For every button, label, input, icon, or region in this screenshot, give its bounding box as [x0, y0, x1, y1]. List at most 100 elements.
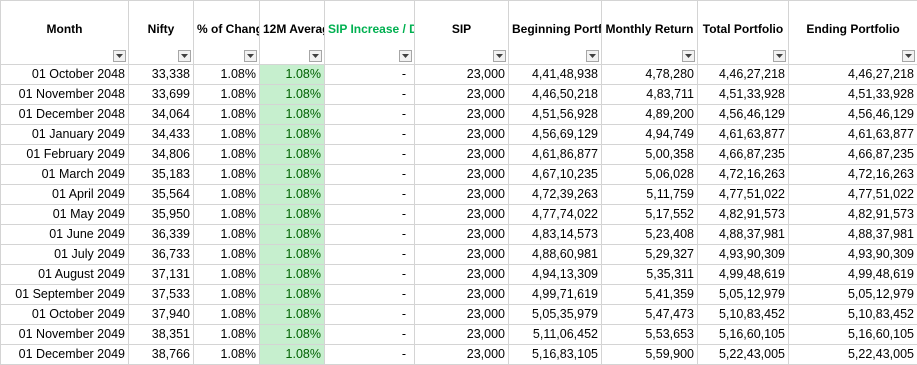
cell-month[interactable]: 01 December 2049 — [1, 345, 129, 365]
cell-12m-average[interactable]: 1.08% — [260, 185, 325, 205]
cell-month[interactable]: 01 February 2049 — [1, 145, 129, 165]
cell-pct-change[interactable]: 1.08% — [194, 285, 260, 305]
cell-month[interactable]: 01 April 2049 — [1, 185, 129, 205]
cell-pct-change[interactable]: 1.08% — [194, 325, 260, 345]
cell-monthly-return[interactable]: 5,47,473 — [602, 305, 698, 325]
cell-pct-change[interactable]: 1.08% — [194, 165, 260, 185]
cell-beginning-portfolio[interactable]: 4,51,56,928 — [509, 105, 602, 125]
filter-dropdown-icon[interactable] — [493, 50, 506, 62]
cell-12m-average[interactable]: 1.08% — [260, 205, 325, 225]
cell-pct-change[interactable]: 1.08% — [194, 125, 260, 145]
filter-dropdown-icon[interactable] — [309, 50, 322, 62]
cell-nifty[interactable]: 35,564 — [129, 185, 194, 205]
cell-sip[interactable]: 23,000 — [415, 325, 509, 345]
cell-month[interactable]: 01 August 2049 — [1, 265, 129, 285]
cell-month[interactable]: 01 November 2048 — [1, 85, 129, 105]
cell-month[interactable]: 01 September 2049 — [1, 285, 129, 305]
cell-month[interactable]: 01 March 2049 — [1, 165, 129, 185]
cell-nifty[interactable]: 34,806 — [129, 145, 194, 165]
cell-total-portfolio[interactable]: 4,46,27,218 — [698, 65, 789, 85]
cell-sip[interactable]: 23,000 — [415, 225, 509, 245]
cell-pct-change[interactable]: 1.08% — [194, 305, 260, 325]
cell-ending-portfolio[interactable]: 5,22,43,005 — [789, 345, 917, 365]
cell-beginning-portfolio[interactable]: 4,94,13,309 — [509, 265, 602, 285]
cell-nifty[interactable]: 36,339 — [129, 225, 194, 245]
filter-dropdown-icon[interactable] — [586, 50, 599, 62]
cell-sip-increase-decrease[interactable]: - — [325, 85, 415, 105]
cell-sip-increase-decrease[interactable]: - — [325, 345, 415, 365]
cell-nifty[interactable]: 38,766 — [129, 345, 194, 365]
cell-sip-increase-decrease[interactable]: - — [325, 205, 415, 225]
cell-sip-increase-decrease[interactable]: - — [325, 185, 415, 205]
cell-monthly-return[interactable]: 5,11,759 — [602, 185, 698, 205]
cell-ending-portfolio[interactable]: 4,93,90,309 — [789, 245, 917, 265]
cell-ending-portfolio[interactable]: 5,16,60,105 — [789, 325, 917, 345]
cell-ending-portfolio[interactable]: 4,77,51,022 — [789, 185, 917, 205]
cell-12m-average[interactable]: 1.08% — [260, 105, 325, 125]
cell-sip[interactable]: 23,000 — [415, 345, 509, 365]
cell-sip[interactable]: 23,000 — [415, 285, 509, 305]
cell-pct-change[interactable]: 1.08% — [194, 225, 260, 245]
cell-pct-change[interactable]: 1.08% — [194, 85, 260, 105]
cell-sip-increase-decrease[interactable]: - — [325, 245, 415, 265]
cell-beginning-portfolio[interactable]: 5,16,83,105 — [509, 345, 602, 365]
cell-sip[interactable]: 23,000 — [415, 125, 509, 145]
filter-dropdown-icon[interactable] — [682, 50, 695, 62]
cell-sip-increase-decrease[interactable]: - — [325, 125, 415, 145]
cell-ending-portfolio[interactable]: 4,72,16,263 — [789, 165, 917, 185]
cell-nifty[interactable]: 37,131 — [129, 265, 194, 285]
cell-12m-average[interactable]: 1.08% — [260, 65, 325, 85]
filter-dropdown-icon[interactable] — [244, 50, 257, 62]
cell-total-portfolio[interactable]: 4,66,87,235 — [698, 145, 789, 165]
filter-dropdown-icon[interactable] — [113, 50, 126, 62]
cell-month[interactable]: 01 January 2049 — [1, 125, 129, 145]
cell-ending-portfolio[interactable]: 4,51,33,928 — [789, 85, 917, 105]
cell-nifty[interactable]: 37,940 — [129, 305, 194, 325]
filter-dropdown-icon[interactable] — [178, 50, 191, 62]
cell-monthly-return[interactable]: 4,78,280 — [602, 65, 698, 85]
cell-pct-change[interactable]: 1.08% — [194, 145, 260, 165]
cell-beginning-portfolio[interactable]: 4,72,39,263 — [509, 185, 602, 205]
cell-12m-average[interactable]: 1.08% — [260, 145, 325, 165]
cell-12m-average[interactable]: 1.08% — [260, 245, 325, 265]
cell-ending-portfolio[interactable]: 5,05,12,979 — [789, 285, 917, 305]
cell-total-portfolio[interactable]: 4,99,48,619 — [698, 265, 789, 285]
cell-sip[interactable]: 23,000 — [415, 305, 509, 325]
cell-12m-average[interactable]: 1.08% — [260, 85, 325, 105]
cell-sip-increase-decrease[interactable]: - — [325, 145, 415, 165]
cell-beginning-portfolio[interactable]: 5,11,06,452 — [509, 325, 602, 345]
cell-beginning-portfolio[interactable]: 4,61,86,877 — [509, 145, 602, 165]
cell-pct-change[interactable]: 1.08% — [194, 245, 260, 265]
cell-sip-increase-decrease[interactable]: - — [325, 285, 415, 305]
cell-nifty[interactable]: 33,338 — [129, 65, 194, 85]
filter-dropdown-icon[interactable] — [773, 50, 786, 62]
cell-total-portfolio[interactable]: 4,72,16,263 — [698, 165, 789, 185]
cell-month[interactable]: 01 June 2049 — [1, 225, 129, 245]
cell-12m-average[interactable]: 1.08% — [260, 165, 325, 185]
cell-monthly-return[interactable]: 5,29,327 — [602, 245, 698, 265]
cell-ending-portfolio[interactable]: 4,66,87,235 — [789, 145, 917, 165]
cell-12m-average[interactable]: 1.08% — [260, 125, 325, 145]
cell-12m-average[interactable]: 1.08% — [260, 305, 325, 325]
cell-monthly-return[interactable]: 5,41,359 — [602, 285, 698, 305]
cell-nifty[interactable]: 34,433 — [129, 125, 194, 145]
cell-sip-increase-decrease[interactable]: - — [325, 225, 415, 245]
cell-beginning-portfolio[interactable]: 4,46,50,218 — [509, 85, 602, 105]
cell-total-portfolio[interactable]: 5,05,12,979 — [698, 285, 789, 305]
cell-ending-portfolio[interactable]: 4,56,46,129 — [789, 105, 917, 125]
filter-dropdown-icon[interactable] — [399, 50, 412, 62]
cell-nifty[interactable]: 38,351 — [129, 325, 194, 345]
cell-monthly-return[interactable]: 4,83,711 — [602, 85, 698, 105]
cell-12m-average[interactable]: 1.08% — [260, 345, 325, 365]
cell-monthly-return[interactable]: 5,35,311 — [602, 265, 698, 285]
cell-total-portfolio[interactable]: 4,88,37,981 — [698, 225, 789, 245]
cell-sip[interactable]: 23,000 — [415, 245, 509, 265]
cell-sip[interactable]: 23,000 — [415, 165, 509, 185]
cell-total-portfolio[interactable]: 4,82,91,573 — [698, 205, 789, 225]
cell-sip[interactable]: 23,000 — [415, 145, 509, 165]
cell-sip-increase-decrease[interactable]: - — [325, 105, 415, 125]
cell-pct-change[interactable]: 1.08% — [194, 345, 260, 365]
cell-sip[interactable]: 23,000 — [415, 265, 509, 285]
cell-monthly-return[interactable]: 5,00,358 — [602, 145, 698, 165]
cell-beginning-portfolio[interactable]: 4,67,10,235 — [509, 165, 602, 185]
